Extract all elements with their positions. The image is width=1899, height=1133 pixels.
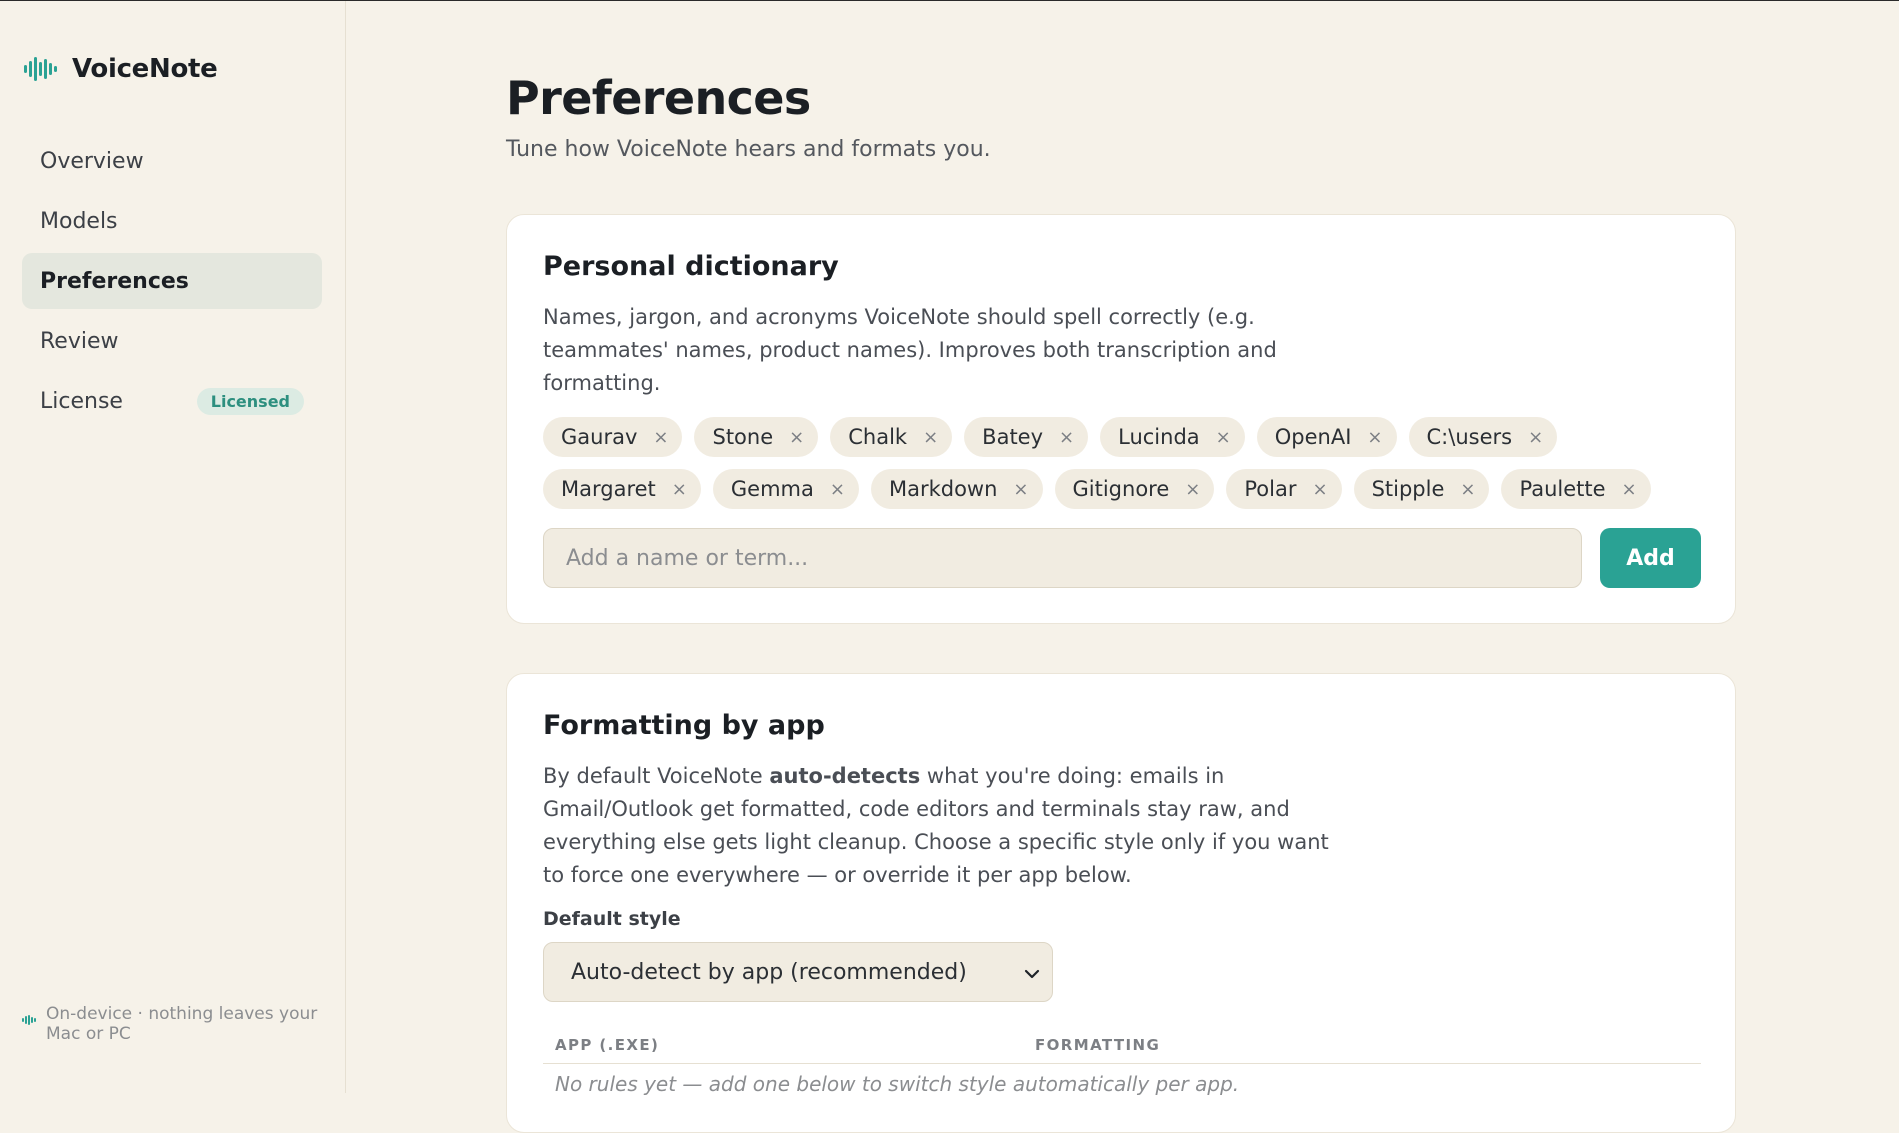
dictionary-tag: Batey × [964,417,1089,457]
dictionary-tag-label: Batey [982,425,1044,449]
dictionary-tag-label: Polar [1244,477,1297,501]
card-title: Formatting by app [543,710,825,741]
chevron-down-icon [1024,960,1040,985]
dictionary-tag-label: Gitignore [1072,477,1170,501]
sidebar-item-label: Models [40,208,118,234]
remove-tag-icon[interactable]: × [672,479,687,500]
privacy-note-text: On-device · nothing leaves your Mac or P… [46,1004,318,1044]
remove-tag-icon[interactable]: × [1528,427,1543,448]
dictionary-tag: Markdown × [870,469,1043,509]
add-term-input[interactable] [543,528,1582,588]
dictionary-tag-label: Paulette [1519,477,1606,501]
column-header-app: APP (.EXE) [555,1035,660,1054]
sidebar-item-models[interactable]: Models [22,193,322,249]
rules-empty-state: No rules yet — add one below to switch s… [555,1072,1240,1096]
dictionary-tag: Gemma × [712,469,859,509]
remove-tag-icon[interactable]: × [789,427,804,448]
dictionary-tag: Margaret × [543,469,701,509]
remove-tag-icon[interactable]: × [1185,479,1200,500]
dictionary-tag-label: Lucinda [1118,425,1200,449]
sidebar-item-license[interactable]: License Licensed [22,373,322,429]
personal-dictionary-card: Personal dictionary Names, jargon, and a… [506,214,1736,624]
dictionary-tag: Stone × [694,417,819,457]
dictionary-tag: Paulette × [1501,469,1651,509]
dictionary-tag: C:\users × [1408,417,1558,457]
dictionary-tag: Lucinda × [1100,417,1245,457]
brand[interactable]: VoiceNote [24,49,218,89]
sidebar-item-label: License [40,388,123,414]
remove-tag-icon[interactable]: × [1013,479,1028,500]
license-status-badge: Licensed [196,387,304,415]
dictionary-tag-list: Gaurav × Stone × Chalk × Batey × Lucinda × OpenAI ×… [543,417,1703,509]
dictionary-tag: OpenAI × [1256,417,1397,457]
remove-tag-icon[interactable]: × [1312,479,1327,500]
column-header-formatting: FORMATTING [1035,1035,1161,1054]
card-title: Personal dictionary [543,251,839,282]
waveform-small-icon [22,1010,36,1025]
remove-tag-icon[interactable]: × [1622,479,1637,500]
page-subtitle: Tune how VoiceNote hears and formats you… [506,137,991,162]
add-term-button[interactable]: Add [1600,528,1701,588]
card-description: By default VoiceNote auto-detects what y… [543,760,1343,892]
dictionary-tag-label: OpenAI [1274,425,1352,449]
card-description: Names, jargon, and acronyms VoiceNote sh… [543,305,1277,395]
sidebar: VoiceNote Overview Models Preferences Re… [0,1,346,1093]
dictionary-tag-label: Stone [712,425,774,449]
dictionary-tag: Gitignore × [1054,469,1215,509]
sidebar-item-review[interactable]: Review [22,313,322,369]
app-name: VoiceNote [72,54,218,84]
default-style-select[interactable]: Auto-detect by app (recommended) [543,942,1053,1002]
dictionary-tag-label: Gemma [730,477,814,501]
dictionary-tag: Polar × [1226,469,1342,509]
remove-tag-icon[interactable]: × [923,427,938,448]
description-text: By default VoiceNote [543,764,770,788]
remove-tag-icon[interactable]: × [653,427,668,448]
remove-tag-icon[interactable]: × [1216,427,1231,448]
dictionary-tag-label: Stipple [1371,477,1445,501]
sidebar-item-overview[interactable]: Overview [22,133,322,189]
rules-table-header: APP (.EXE) FORMATTING [543,1026,1701,1064]
default-style-label: Default style [543,908,681,930]
dictionary-tag: Stipple × [1353,469,1490,509]
sidebar-item-label: Preferences [40,268,189,294]
add-term-row: Add [543,528,1701,590]
formatting-by-app-card: Formatting by app By default VoiceNote a… [506,673,1736,1133]
dictionary-tag-label: Chalk [848,425,908,449]
dictionary-tag-label: C:\users [1426,425,1513,449]
dictionary-tag-label: Markdown [888,477,998,501]
sidebar-item-label: Overview [40,148,144,174]
sidebar-item-preferences[interactable]: Preferences [22,253,322,309]
sidebar-item-label: Review [40,328,119,354]
dictionary-tag-label: Gaurav [561,425,638,449]
description-emphasis: auto-detects [769,764,921,788]
remove-tag-icon[interactable]: × [830,479,845,500]
waveform-icon [24,56,58,82]
sidebar-nav: Overview Models Preferences Review Licen… [22,133,322,433]
dictionary-tag: Chalk × [830,417,953,457]
selected-value: Auto-detect by app (recommended) [571,959,967,985]
remove-tag-icon[interactable]: × [1367,427,1382,448]
remove-tag-icon[interactable]: × [1460,479,1475,500]
privacy-note: On-device · nothing leaves your Mac or P… [22,1004,332,1044]
dictionary-tag-label: Margaret [561,477,656,501]
remove-tag-icon[interactable]: × [1059,427,1074,448]
page-title: Preferences [506,71,811,125]
dictionary-tag: Gaurav × [543,417,683,457]
